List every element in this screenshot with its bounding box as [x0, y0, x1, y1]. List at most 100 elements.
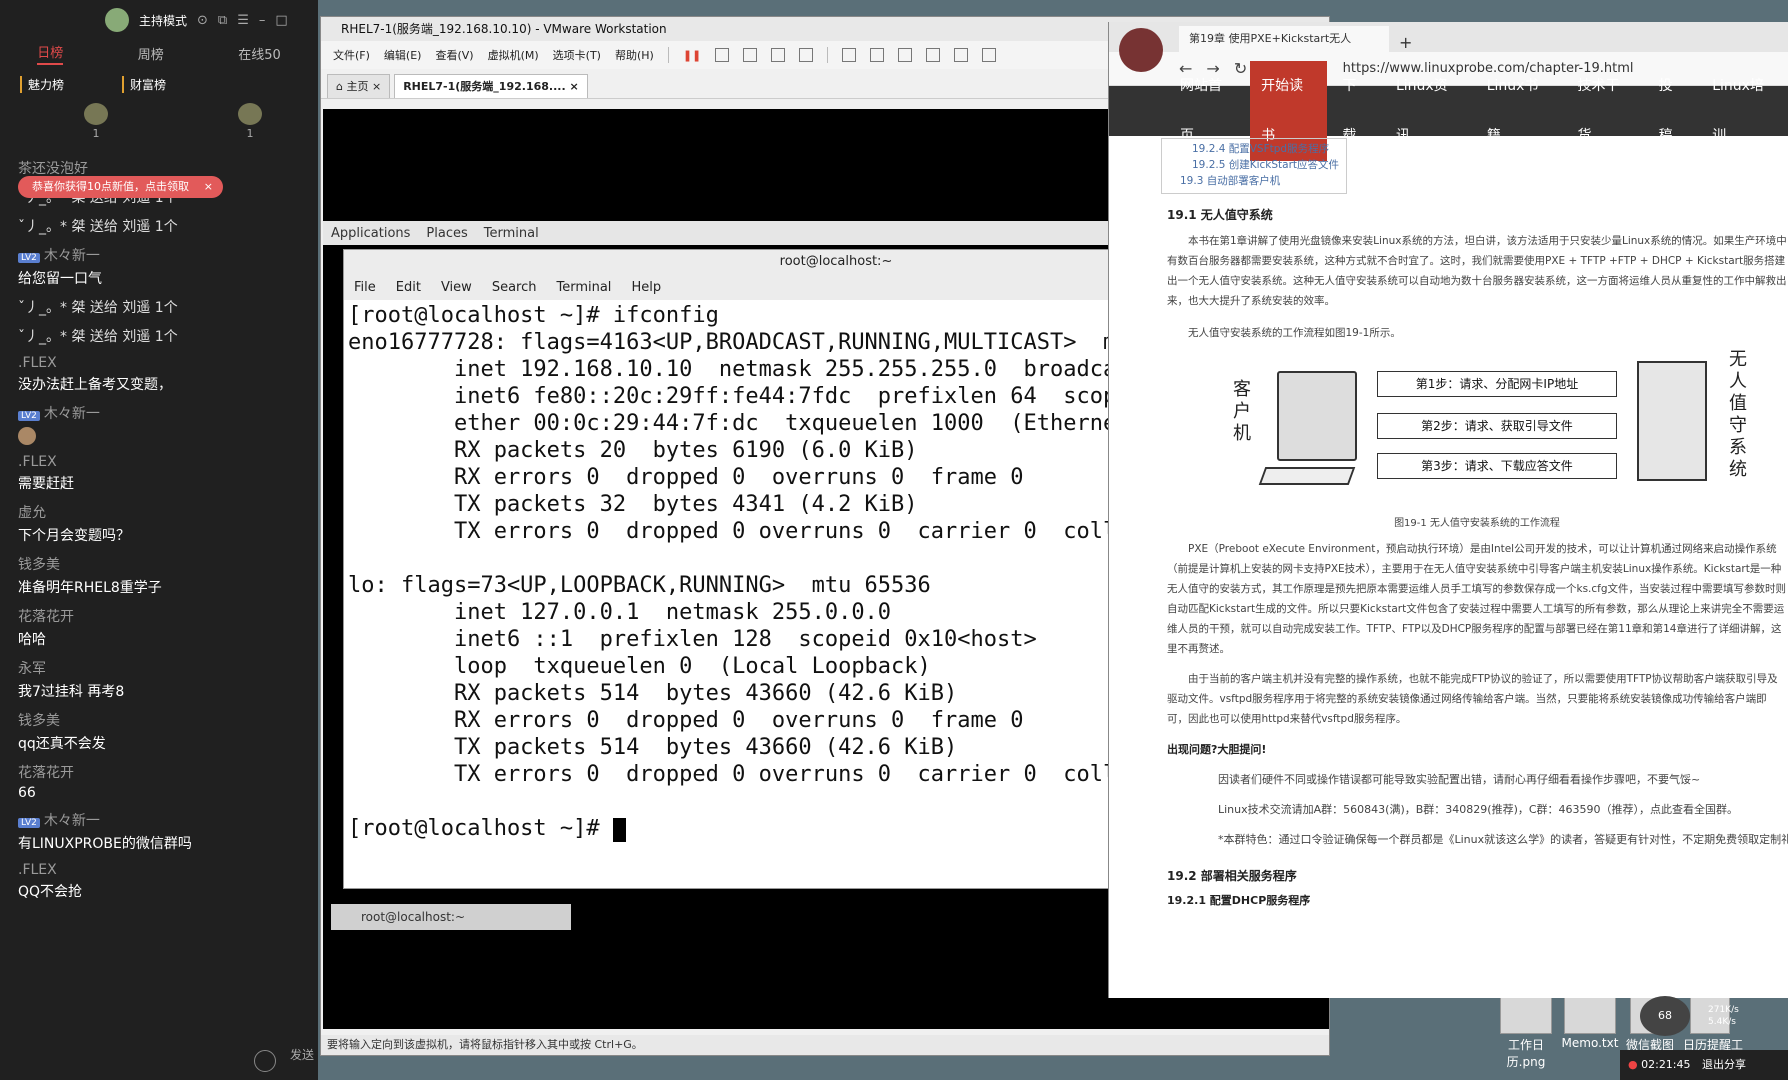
tab-online[interactable]: 在线50: [238, 44, 281, 63]
qa-heading: 出现问题?大胆提问!: [1167, 743, 1267, 756]
menu-icon[interactable]: ☰: [237, 13, 249, 28]
new-tab-button[interactable]: +: [1389, 33, 1422, 52]
live-chat-panel: 主持模式 ⊙ ⧉ ☰ – □ 日榜 周榜 在线50 魅力榜 财富榜 1 1 茶还…: [0, 0, 318, 1080]
menu-help[interactable]: 帮助(H): [615, 47, 654, 63]
chat-username[interactable]: 花落花开: [18, 762, 308, 782]
chat-username[interactable]: 茶还没泡好: [18, 158, 308, 178]
term-menu-view[interactable]: View: [441, 280, 472, 295]
tray-clock: 02:21:45: [1641, 1058, 1691, 1071]
subsection-link[interactable]: 19.2.1 配置DHCP服务程序: [1167, 892, 1788, 908]
paragraph: PXE（Preboot eXecute Environment，预启动执行环境）…: [1167, 543, 1787, 655]
thumbnail-view-icon[interactable]: [870, 48, 885, 62]
menu-tabs[interactable]: 选项卡(T): [553, 47, 601, 63]
qa-line: 因读者们硬件不同或操作错误都可能导致实验配置出错，请耐心再仔细看看操作步骤吧，不…: [1218, 773, 1701, 786]
terminal-line-text: eno16777728: flags=4163<UP,BROADCAST,RUN…: [348, 330, 1209, 355]
diagram-client-label: 客户机: [1230, 379, 1251, 445]
profile-avatar[interactable]: [1119, 28, 1163, 72]
tab-weekly[interactable]: 周榜: [138, 44, 164, 63]
unity-icon[interactable]: [926, 48, 941, 62]
chat-text: 准备明年RHEL8重学子: [18, 580, 162, 596]
table-of-contents: 19.2.4 配置VSFtpd服务程序 19.2.5 创建KickStart应答…: [1161, 138, 1347, 194]
library-view-icon[interactable]: [842, 48, 857, 62]
chat-username[interactable]: .FLEX: [18, 862, 308, 878]
tray-exit-share[interactable]: 退出分享: [1702, 1058, 1746, 1071]
toc-link[interactable]: 19.2.4 配置VSFtpd服务程序: [1180, 141, 1340, 157]
chat-username[interactable]: .FLEX: [18, 355, 308, 371]
tab-home[interactable]: ⌂ 主页 ×: [327, 74, 391, 98]
chat-username[interactable]: .FLEX: [18, 454, 308, 470]
settings-icon[interactable]: ⊙: [197, 13, 208, 28]
workflow-step: 第2步：请求、获取引导文件: [1377, 413, 1617, 439]
server-icon: [1637, 361, 1707, 481]
gnome-applications-menu[interactable]: Applications: [331, 226, 410, 241]
tab-vm-label: RHEL7-1(服务端_192.168....: [403, 80, 566, 93]
menu-edit[interactable]: 编辑(E): [384, 47, 422, 63]
send-keys-icon[interactable]: [715, 48, 730, 62]
chat-username[interactable]: 花落花开: [18, 606, 308, 626]
host-avatar[interactable]: [105, 8, 129, 32]
snapshot-icon[interactable]: [743, 48, 758, 62]
minimize-icon[interactable]: –: [259, 13, 266, 28]
fullscreen-icon[interactable]: [898, 48, 913, 62]
stretch-guest-icon[interactable]: [982, 48, 997, 62]
toc-link[interactable]: 19.3 自动部署客户机: [1180, 173, 1340, 189]
chat-message: 虚允下个月会变题吗？: [18, 502, 308, 545]
snapshot-manager-icon[interactable]: [799, 48, 814, 62]
toc-link[interactable]: 19.2.5 创建KickStart应答文件: [1180, 157, 1340, 173]
tab-wealth[interactable]: 财富榜: [122, 76, 166, 93]
close-icon[interactable]: ×: [204, 176, 213, 198]
revert-snapshot-icon[interactable]: [771, 48, 786, 62]
gnome-places-menu[interactable]: Places: [426, 226, 467, 241]
send-button[interactable]: 发送: [290, 1046, 314, 1063]
chat-message: .FLEX 需要赶赶: [18, 454, 308, 493]
download-speed: 5.4K/s: [1708, 1017, 1736, 1027]
terminal-line-text: RX errors 0 dropped 0 overruns 0 frame 0: [348, 708, 1024, 733]
browser-window: 第19章 使用PXE+Kickstart无人 + ← → ↻ ⌂ ☆ 🔒 htt…: [1108, 22, 1788, 998]
chat-message: .FLEX 没办法赶上备考又变题，: [18, 355, 308, 394]
gnome-terminal-label[interactable]: Terminal: [484, 226, 539, 241]
gift-toast[interactable]: 恭喜你获得10点新值，点击领取 ×: [18, 176, 223, 198]
term-menu-search[interactable]: Search: [492, 280, 537, 295]
guest-taskbar-item[interactable]: root@localhost:~: [331, 904, 571, 930]
terminal-line-text: lo: flags=73<UP,LOOPBACK,RUNNING> mtu 65…: [348, 573, 931, 598]
console-view-icon[interactable]: [954, 48, 969, 62]
maximize-icon[interactable]: □: [275, 13, 287, 28]
chat-message: 花落花开 哈哈: [18, 606, 308, 649]
username-text: .FLEX: [18, 355, 57, 371]
rank-entry[interactable]: 1: [84, 103, 108, 140]
terminal-line-text: loop txqueuelen 0 (Local Loopback): [348, 654, 931, 679]
gift-toast-text: 恭喜你获得10点新值，点击领取: [32, 180, 189, 193]
pause-icon[interactable]: ❚❚: [683, 49, 701, 62]
term-menu-terminal[interactable]: Terminal: [556, 280, 611, 295]
chat-username[interactable]: LV2 木々新一: [18, 245, 308, 265]
term-menu-help[interactable]: Help: [631, 280, 661, 295]
workflow-step: 第3步：请求、下载应答文件: [1377, 453, 1617, 479]
cpu-widget[interactable]: 68: [1640, 996, 1690, 1036]
chat-username[interactable]: LV2 木々新一: [18, 403, 308, 423]
chat-username[interactable]: 钱多美: [18, 554, 308, 574]
browser-tab-strip: 第19章 使用PXE+Kickstart无人 +: [1109, 22, 1788, 52]
avatar: [238, 103, 262, 125]
term-menu-edit[interactable]: Edit: [396, 280, 421, 295]
toolbar-divider: [827, 47, 829, 63]
tab-charm[interactable]: 魅力榜: [20, 76, 64, 93]
rank-number: 1: [246, 127, 254, 140]
browser-tab[interactable]: 第19章 使用PXE+Kickstart无人: [1179, 26, 1389, 52]
tab-vm[interactable]: RHEL7-1(服务端_192.168.... ×: [394, 74, 588, 98]
chat-username[interactable]: 钱多美: [18, 710, 308, 730]
menu-vm[interactable]: 虚拟机(M): [488, 47, 539, 63]
chat-username[interactable]: 虚允: [18, 502, 308, 522]
menu-view[interactable]: 查看(V): [435, 47, 473, 63]
chat-message: LV2 木々新一 给您留一口气: [18, 245, 308, 288]
menu-file[interactable]: 文件(F): [333, 47, 370, 63]
chat-username[interactable]: LV2 木々新一: [18, 810, 308, 830]
emoji-icon[interactable]: [254, 1050, 276, 1072]
terminal-line-text: TX errors 0 dropped 0 overruns 0 carrier…: [348, 519, 1223, 544]
popout-icon[interactable]: ⧉: [218, 13, 227, 28]
term-menu-file[interactable]: File: [354, 280, 376, 295]
rank-entry[interactable]: 1: [238, 103, 262, 140]
chat-text: 下个月会变题吗？: [18, 528, 130, 544]
tab-daily[interactable]: 日榜: [37, 42, 64, 65]
system-tray: ● 02:21:45 退出分享: [1620, 1050, 1788, 1080]
chat-username[interactable]: 永军: [18, 658, 308, 678]
